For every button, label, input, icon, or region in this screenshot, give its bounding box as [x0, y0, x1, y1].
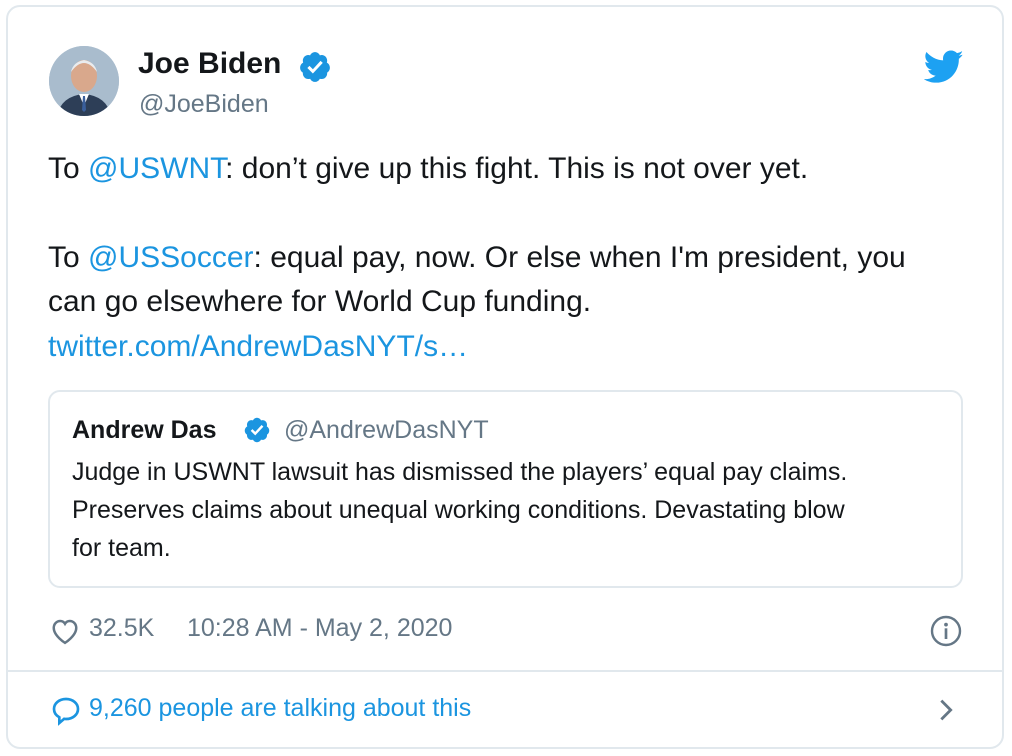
conversation-link[interactable]: 9,260 people are talking about this [89, 694, 471, 723]
verified-badge-icon [300, 52, 330, 82]
line-text: : equal pay, now. Or else when I'm presi… [253, 241, 906, 274]
author-name[interactable]: Joe Biden [138, 47, 281, 81]
speech-bubble-icon[interactable] [50, 695, 82, 727]
info-icon[interactable] [930, 615, 962, 647]
quoted-line-2: Preserves claims about unequal working c… [72, 496, 845, 524]
avatar[interactable] [49, 46, 119, 116]
tweet-line-2: To @USSoccer: equal pay, now. Or else wh… [48, 241, 906, 275]
tweet-link[interactable]: twitter.com/AndrewDasNYT/s… [48, 330, 468, 364]
quoted-line-3: for team. [72, 534, 171, 562]
mention-ussoccer[interactable]: @USSoccer [88, 241, 254, 274]
author-handle[interactable]: @JoeBiden [139, 90, 269, 119]
tweet-timestamp[interactable]: 10:28 AM - May 2, 2020 [187, 614, 452, 643]
heart-icon[interactable] [50, 617, 80, 645]
divider [8, 670, 1002, 672]
verified-badge-icon [244, 417, 270, 443]
quoted-line-1: Judge in USWNT lawsuit has dismissed the… [72, 458, 848, 486]
twitter-bird-icon[interactable] [924, 50, 964, 84]
line-text: : don’t give up this fight. This is not … [225, 152, 809, 185]
line-prefix: To [48, 152, 89, 185]
line-prefix: To [48, 241, 89, 274]
quoted-author-name[interactable]: Andrew Das [72, 416, 216, 445]
tweet-line-3: can go elsewhere for World Cup funding. [48, 285, 592, 318]
tweet-line-1: To @USWNT: don’t give up this fight. Thi… [48, 152, 808, 186]
like-count[interactable]: 32.5K [89, 614, 154, 643]
chevron-right-icon[interactable] [935, 696, 957, 724]
mention-uswnt[interactable]: @USWNT [88, 152, 225, 185]
quoted-tweet[interactable]: Andrew Das @AndrewDasNYT Judge in USWNT … [48, 390, 963, 588]
quoted-author-handle[interactable]: @AndrewDasNYT [284, 416, 489, 445]
